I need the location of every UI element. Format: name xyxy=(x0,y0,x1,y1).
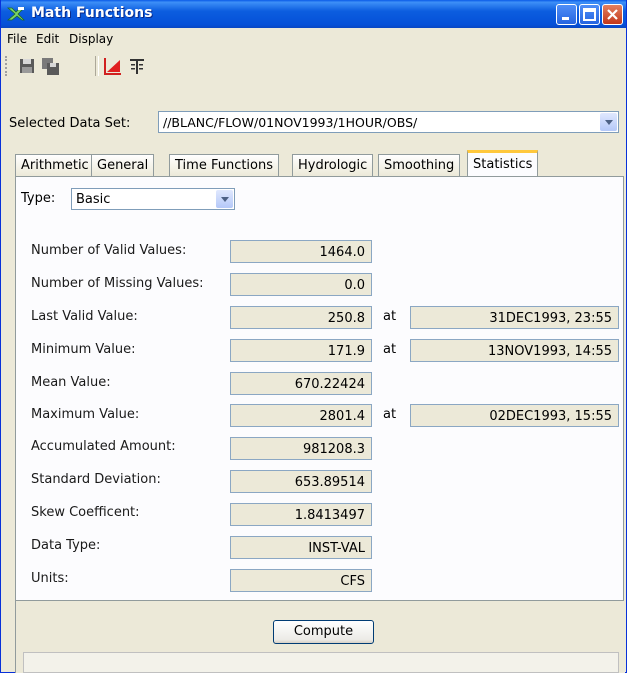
data-type-value: INST-VAL xyxy=(230,536,372,559)
chevron-down-icon[interactable] xyxy=(216,190,233,208)
app-icon xyxy=(6,6,25,22)
std-dev-label: Standard Deviation: xyxy=(31,472,161,487)
missing-count-value: 0.0 xyxy=(230,273,372,296)
type-value: Basic xyxy=(76,192,111,207)
maximum-label: Maximum Value: xyxy=(31,407,140,422)
valid-count-label: Number of Valid Values: xyxy=(31,243,187,258)
type-label: Type: xyxy=(21,191,56,206)
title-bar[interactable]: Math Functions xyxy=(1,0,626,28)
tab-arithmetic[interactable]: Arithmetic xyxy=(15,154,95,176)
last-valid-value: 250.8 xyxy=(230,306,372,329)
selected-data-set-select[interactable]: //BLANC/FLOW/01NOV1993/1HOUR/OBS/ xyxy=(158,111,619,133)
compute-button[interactable]: Compute xyxy=(273,620,374,644)
last-valid-at-label: at xyxy=(383,309,397,324)
mean-value: 670.22424 xyxy=(230,372,372,395)
toolbar-separator xyxy=(95,56,99,76)
math-functions-window: Math Functions File Edit Display Selecte… xyxy=(0,0,627,673)
plot-icon[interactable] xyxy=(103,56,123,76)
minimum-at-label: at xyxy=(383,342,397,357)
missing-count-label: Number of Missing Values: xyxy=(31,276,204,291)
toolbar xyxy=(1,50,626,80)
units-label: Units: xyxy=(31,571,69,586)
window-title: Math Functions xyxy=(31,5,153,21)
menu-display[interactable]: Display xyxy=(69,32,113,46)
tab-hydrologic[interactable]: Hydrologic xyxy=(292,154,374,176)
units-value: CFS xyxy=(230,569,372,592)
close-button[interactable] xyxy=(602,4,623,25)
toolbar-grip[interactable] xyxy=(5,56,10,76)
menu-file[interactable]: File xyxy=(7,32,27,46)
minimum-date: 13NOV1993, 14:55 xyxy=(410,339,619,362)
tab-time-functions[interactable]: Time Functions xyxy=(169,154,280,176)
menu-edit[interactable]: Edit xyxy=(36,32,59,46)
maximum-value: 2801.4 xyxy=(230,404,372,427)
data-type-label: Data Type: xyxy=(31,538,101,553)
skew-value: 1.8413497 xyxy=(230,503,372,526)
tab-smoothing[interactable]: Smoothing xyxy=(378,154,461,176)
minimize-button[interactable] xyxy=(556,4,577,25)
tab-general[interactable]: General xyxy=(91,154,155,176)
maximum-date: 02DEC1993, 15:55 xyxy=(410,404,619,427)
maximize-button[interactable] xyxy=(579,4,600,25)
last-valid-date: 31DEC1993, 23:55 xyxy=(410,306,619,329)
valid-count-value: 1464.0 xyxy=(230,240,372,263)
selected-data-set-value: //BLANC/FLOW/01NOV1993/1HOUR/OBS/ xyxy=(163,115,418,130)
accumulated-label: Accumulated Amount: xyxy=(31,439,176,454)
last-valid-label: Last Valid Value: xyxy=(31,309,138,324)
selected-data-set-label: Selected Data Set: xyxy=(9,116,131,131)
tab-statistics[interactable]: Statistics xyxy=(467,150,539,176)
table-icon[interactable] xyxy=(127,56,147,76)
menu-bar: File Edit Display xyxy=(1,28,626,50)
skew-label: Skew Coefficent: xyxy=(31,505,140,520)
type-select[interactable]: Basic xyxy=(71,188,235,210)
std-dev-value: 653.89514 xyxy=(230,470,372,493)
save-as-icon[interactable] xyxy=(41,56,61,76)
mean-label: Mean Value: xyxy=(31,375,111,390)
chevron-down-icon[interactable] xyxy=(600,113,617,131)
save-icon[interactable] xyxy=(17,56,37,76)
status-area xyxy=(23,652,619,673)
minimum-label: Minimum Value: xyxy=(31,342,136,357)
minimum-value: 171.9 xyxy=(230,339,372,362)
maximum-at-label: at xyxy=(383,407,397,422)
accumulated-value: 981208.3 xyxy=(230,437,372,460)
